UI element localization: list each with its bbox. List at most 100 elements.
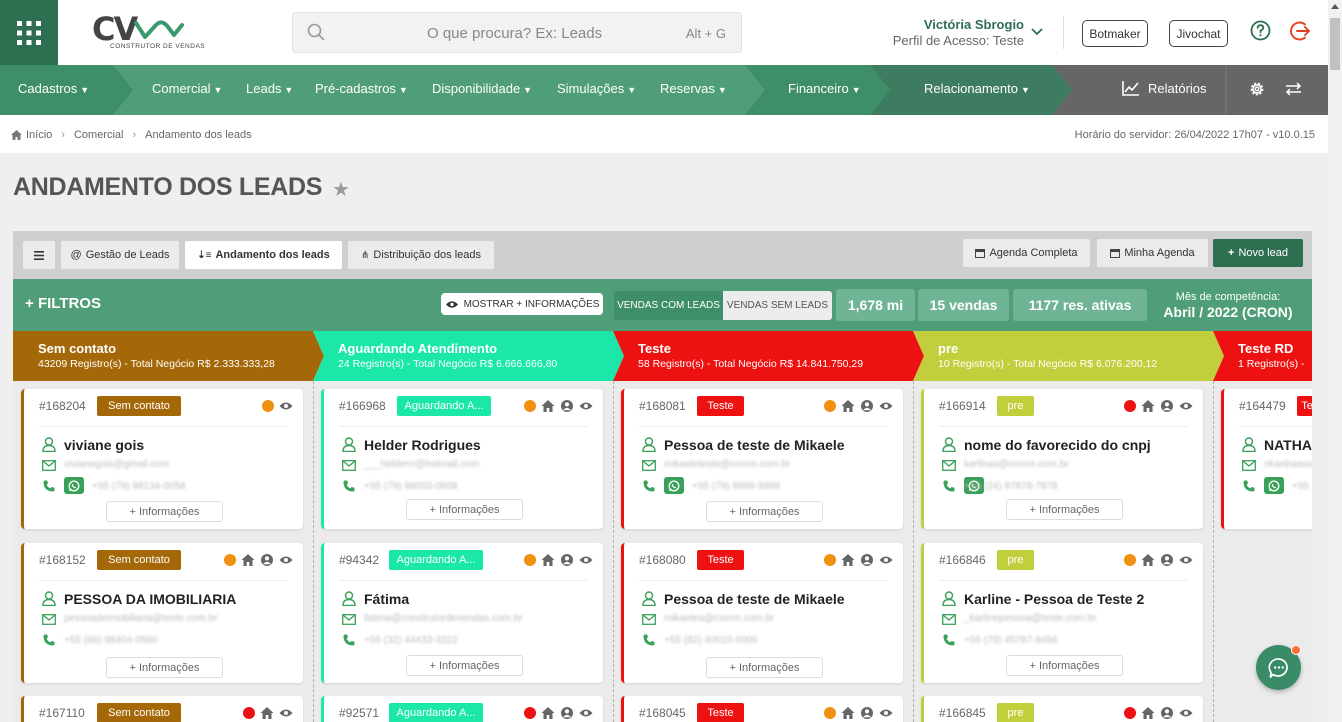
home-icon[interactable]	[541, 553, 555, 567]
nav-pre-cadastros[interactable]: Pré-cadastros ▼	[315, 81, 408, 96]
lead-card[interactable]: #94342 Aguardando A... Fátima fatima@constr…	[321, 543, 603, 683]
column-header-pre[interactable]: pre 10 Registro(s) - Total Negócio R$ 6.0…	[913, 331, 1225, 381]
lead-phone[interactable]: +55 (24) 97878-7878	[964, 481, 1058, 492]
lead-name[interactable]: Karline - Pessoa de Teste 2	[964, 591, 1144, 607]
lead-card[interactable]: #168045 Teste	[621, 696, 903, 722]
whatsapp-button[interactable]	[1264, 477, 1284, 494]
search-box[interactable]: O que procura? Ex: Leads Alt + G	[292, 12, 742, 53]
user-circle-icon[interactable]	[860, 399, 874, 413]
mostrar-informacoes-button[interactable]: MOSTRAR + INFORMAÇÕES	[441, 293, 603, 315]
lead-id[interactable]: #168081	[639, 399, 686, 413]
lead-phone[interactable]: +55 (79) 98003-0608	[364, 481, 458, 492]
whatsapp-button[interactable]	[64, 477, 84, 494]
home-icon[interactable]	[1141, 706, 1155, 720]
lead-email[interactable]: _karlinepessoa@teste.com.br	[964, 613, 1096, 624]
lead-card[interactable]: #168081 Teste Pessoa de teste de Mikaele mi…	[621, 389, 903, 529]
user-circle-icon[interactable]	[1160, 553, 1174, 567]
vendas-com-leads-toggle[interactable]: VENDAS COM LEADS	[614, 291, 723, 320]
lead-email[interactable]: karlinas@cvcrm.com.br	[964, 459, 1069, 470]
column-header-teste[interactable]: Teste 58 Registro(s) - Total Negócio R$ 1…	[613, 331, 925, 381]
lead-id[interactable]: #166914	[939, 399, 986, 413]
home-icon[interactable]	[260, 706, 274, 720]
mais-informacoes-button[interactable]: + Informações	[406, 655, 523, 676]
user-circle-icon[interactable]	[560, 706, 574, 720]
lead-email[interactable]: nkanbaasso@	[1264, 459, 1312, 470]
mais-informacoes-button[interactable]: + Informações	[1006, 499, 1123, 520]
eye-icon[interactable]	[579, 706, 593, 720]
home-icon[interactable]	[541, 399, 555, 413]
lead-phone[interactable]: +55 (82) 40010-0000	[664, 635, 758, 646]
user-circle-icon[interactable]	[1160, 706, 1174, 720]
eye-icon[interactable]	[279, 553, 293, 567]
lead-card[interactable]: #168080 Teste Pessoa de teste de Mikaele mi…	[621, 543, 903, 683]
eye-icon[interactable]	[879, 553, 893, 567]
column-header-sem-contato[interactable]: Sem contato 43209 Registro(s) - Total Neg…	[13, 331, 325, 381]
jivochat-button[interactable]: Jivochat	[1169, 20, 1228, 47]
lead-email[interactable]: pessoadeimobiliaria@teste.com.br	[64, 613, 218, 624]
eye-icon[interactable]	[279, 399, 293, 413]
lead-id[interactable]: #168204	[39, 399, 86, 413]
lead-id[interactable]: #166846	[939, 553, 986, 567]
lead-name[interactable]: Pessoa de teste de Mikaele	[664, 437, 845, 453]
user-circle-icon[interactable]	[260, 553, 274, 567]
eye-icon[interactable]	[1179, 706, 1193, 720]
lead-phone[interactable]: +55 (79) 45787-8456	[964, 635, 1058, 646]
nav-relacionamento[interactable]: Relacionamento ▼	[924, 81, 1030, 96]
minha-agenda-button[interactable]: Minha Agenda	[1097, 239, 1208, 267]
eye-icon[interactable]	[279, 706, 293, 720]
lead-phone[interactable]: +55 (79) 9999-9999	[692, 481, 780, 492]
lead-card[interactable]: #166845 pre	[921, 696, 1203, 722]
lead-phone[interactable]: +55	[1292, 481, 1309, 492]
lead-phone[interactable]: +55 (66) 98404-0560	[64, 635, 158, 646]
eye-icon[interactable]	[579, 553, 593, 567]
lead-id[interactable]: #166845	[939, 706, 986, 720]
lead-name[interactable]: viviane gois	[64, 437, 144, 453]
user-circle-icon[interactable]	[560, 399, 574, 413]
column-header-teste-rd[interactable]: Teste RD 1 Registro(s) -	[1213, 331, 1312, 381]
mes-competencia[interactable]: Mês de competência: Abril / 2022 (CRON)	[1153, 291, 1303, 320]
lead-email[interactable]: mikaelea@cvcrm.com.br	[664, 613, 774, 624]
home-icon[interactable]	[841, 399, 855, 413]
eye-icon[interactable]	[879, 706, 893, 720]
agenda-completa-button[interactable]: Agenda Completa	[963, 239, 1090, 267]
lead-card[interactable]: #166846 pre Karline - Pessoa de Teste 2 _ka…	[921, 543, 1203, 683]
page-scrollbar[interactable]	[1328, 0, 1342, 722]
chevron-down-icon[interactable]	[1031, 28, 1043, 36]
lead-id[interactable]: #168152	[39, 553, 86, 567]
user-circle-icon[interactable]	[860, 553, 874, 567]
nav-cadastros[interactable]: Cadastros ▼	[18, 81, 89, 96]
home-icon[interactable]	[241, 553, 255, 567]
tab-distribuicao-dos-leads[interactable]: ⋔ Distribuição dos leads	[348, 241, 494, 269]
eye-icon[interactable]	[1179, 553, 1193, 567]
chat-widget-button[interactable]	[1256, 645, 1301, 690]
mais-informacoes-button[interactable]: + Informações	[406, 499, 523, 520]
botmaker-button[interactable]: Botmaker	[1082, 20, 1148, 47]
home-icon[interactable]	[841, 706, 855, 720]
nav-simulacoes[interactable]: Simulações ▼	[557, 81, 636, 96]
eye-icon[interactable]	[879, 399, 893, 413]
nav-comercial[interactable]: Comercial ▼	[152, 81, 222, 96]
lead-email[interactable]: fatima@construtordevendas.com.br	[364, 613, 523, 624]
lead-name[interactable]: Helder Rodrigues	[364, 437, 481, 453]
help-icon[interactable]	[1250, 20, 1271, 41]
apps-grid-button[interactable]	[0, 0, 58, 65]
lead-phone[interactable]: +55 (32) 44433-3322	[364, 635, 458, 646]
lead-id[interactable]: #168080	[639, 553, 686, 567]
lead-id[interactable]: #92571	[339, 706, 379, 720]
lead-id[interactable]: #164479	[1239, 399, 1286, 413]
menu-button[interactable]	[23, 241, 55, 269]
home-icon[interactable]	[841, 553, 855, 567]
gear-icon[interactable]	[1248, 80, 1266, 98]
nav-financeiro[interactable]: Financeiro ▼	[788, 81, 861, 96]
lead-card[interactable]: #166914 pre nome do favorecido do cnpj karl…	[921, 389, 1203, 529]
breadcrumb-comercial[interactable]: Comercial	[74, 129, 124, 141]
mais-informacoes-button[interactable]: + Informações	[706, 501, 823, 522]
eye-icon[interactable]	[1179, 399, 1193, 413]
lead-email[interactable]: mikaeleteste@cvcrm.com.br	[664, 459, 790, 470]
lead-card[interactable]: #168152 Sem contato PESSOA DA IMOBILIARIA p…	[21, 543, 303, 683]
lead-card[interactable]: #168204 Sem contato viviane gois vivianegoi…	[21, 389, 303, 529]
nav-reservas[interactable]: Reservas ▼	[660, 81, 727, 96]
mais-informacoes-button[interactable]: + Informações	[106, 657, 223, 678]
whatsapp-button[interactable]	[664, 477, 684, 494]
lead-email[interactable]: vivianegois@gmail.com	[64, 459, 169, 470]
